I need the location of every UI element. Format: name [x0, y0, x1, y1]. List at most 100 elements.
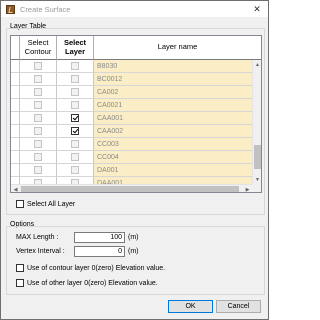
use-contour-zero-label: Use of contour layer 0(zero) Elevation v… — [27, 264, 166, 272]
select-layer-checkbox[interactable] — [71, 166, 79, 175]
select-layer-checkbox[interactable] — [71, 88, 79, 97]
select-contour-checkbox[interactable] — [34, 140, 42, 149]
select-contour-cell — [20, 151, 57, 165]
grid-rows: B8030 BC0012 CA002 CA0021 CAA001 CAA002 CC003 C… — [11, 60, 252, 193]
layer-name-cell[interactable]: CA002 — [94, 86, 252, 100]
table-row[interactable]: CAA002 — [11, 125, 252, 139]
use-contour-zero-box[interactable] — [16, 264, 24, 272]
vertex-interval-input[interactable]: 0 — [74, 246, 125, 257]
title-bar: Create Surface ✕ — [1, 1, 268, 17]
select-layer-checkbox[interactable] — [71, 127, 79, 136]
scroll-left-icon[interactable]: ◀ — [11, 185, 20, 193]
select-contour-checkbox[interactable] — [34, 62, 42, 71]
scroll-down-icon[interactable]: ▼ — [253, 175, 261, 184]
row-header-cell[interactable] — [11, 164, 20, 178]
scroll-up-icon[interactable]: ▲ — [253, 60, 261, 69]
select-contour-cell — [20, 112, 57, 126]
layer-name-cell[interactable]: DA001 — [94, 164, 252, 178]
select-contour-checkbox[interactable] — [34, 127, 42, 136]
layer-name: CC003 — [97, 141, 119, 149]
select-contour-checkbox[interactable] — [34, 166, 42, 175]
row-header-cell[interactable] — [11, 86, 20, 100]
grid-header: Select Contour Select Layer Layer name — [11, 36, 261, 60]
layer-name-cell[interactable]: CC004 — [94, 151, 252, 165]
row-header-cell[interactable] — [11, 60, 20, 74]
table-row[interactable]: CA0021 — [11, 99, 252, 113]
select-layer-checkbox[interactable] — [71, 62, 79, 71]
select-layer-checkbox[interactable] — [71, 114, 79, 123]
layer-name: CA0021 — [97, 102, 123, 110]
use-other-zero-checkbox[interactable]: Use of other layer 0(zero) Elevation val… — [16, 279, 158, 287]
select-layer-cell — [57, 138, 94, 152]
table-row[interactable]: CC004 — [11, 151, 252, 165]
layer-name-cell[interactable]: CAA001 — [94, 112, 252, 126]
vertical-scroll-thumb[interactable] — [254, 145, 261, 169]
row-header-cell[interactable] — [11, 73, 20, 87]
layer-name: B8030 — [97, 63, 118, 70]
row-header-cell[interactable] — [11, 99, 20, 113]
select-contour-checkbox[interactable] — [34, 192, 42, 193]
table-row[interactable]: B8030 — [11, 60, 252, 74]
vertical-scrollbar[interactable]: ▲ ▼ — [252, 60, 261, 184]
layer-name: BC0012 — [97, 76, 123, 84]
select-layer-checkbox[interactable] — [71, 153, 79, 162]
layer-name-cell[interactable]: CA0021 — [94, 99, 252, 113]
max-length-input[interactable]: 100 — [74, 232, 125, 243]
column-header-select-layer[interactable]: Select Layer — [57, 36, 94, 60]
select-contour-checkbox[interactable] — [34, 114, 42, 123]
table-row[interactable]: CAA001 — [11, 112, 252, 126]
use-other-zero-box[interactable] — [16, 279, 24, 287]
select-all-layer-box[interactable] — [16, 200, 24, 208]
layer-name-cell[interactable]: CAA002 — [94, 125, 252, 139]
select-contour-checkbox[interactable] — [34, 88, 42, 97]
scroll-right-icon[interactable]: ▶ — [243, 185, 252, 193]
table-row[interactable]: DA001 — [11, 164, 252, 178]
use-other-zero-label: Use of other layer 0(zero) Elevation val… — [27, 279, 158, 287]
row-header-corner — [11, 36, 20, 60]
select-layer-cell — [57, 86, 94, 100]
row-header-cell[interactable] — [11, 112, 20, 126]
select-layer-cell — [57, 164, 94, 178]
select-contour-cell — [20, 125, 57, 139]
cancel-button[interactable]: Cancel — [216, 300, 261, 313]
select-layer-cell — [57, 151, 94, 165]
scroll-corner — [252, 184, 261, 192]
vertex-interval-unit: (m) — [128, 248, 139, 255]
table-row[interactable]: CA002 — [11, 86, 252, 100]
select-layer-cell — [57, 99, 94, 113]
row-header-cell[interactable] — [11, 151, 20, 165]
app-icon — [6, 5, 15, 14]
select-contour-cell — [20, 73, 57, 87]
select-all-layer-checkbox[interactable]: Select All Layer — [16, 200, 75, 208]
close-icon[interactable]: ✕ — [252, 4, 262, 14]
layer-grid: Select Contour Select Layer Layer name B… — [10, 35, 262, 193]
layer-name-cell[interactable]: B8030 — [94, 60, 252, 74]
select-contour-checkbox[interactable] — [34, 153, 42, 162]
use-contour-zero-checkbox[interactable]: Use of contour layer 0(zero) Elevation v… — [16, 264, 165, 272]
select-contour-checkbox[interactable] — [34, 101, 42, 110]
column-header-select-contour[interactable]: Select Contour — [20, 36, 57, 60]
horizontal-scroll-thumb[interactable] — [21, 186, 239, 192]
layer-name: DA001 — [97, 167, 119, 175]
horizontal-scrollbar[interactable]: ◀ ▶ — [11, 184, 252, 193]
select-layer-cell — [57, 73, 94, 87]
select-contour-checkbox[interactable] — [34, 75, 42, 84]
table-row[interactable]: BC0012 — [11, 73, 252, 87]
column-header-layer-name[interactable]: Layer name — [94, 36, 261, 60]
vertex-interval-label: Vertex Interval : — [16, 248, 65, 255]
ok-button[interactable]: OK — [168, 300, 213, 313]
select-layer-checkbox[interactable] — [71, 101, 79, 110]
layer-name: CC004 — [97, 154, 119, 162]
layer-name-cell[interactable]: CC003 — [94, 138, 252, 152]
row-header-cell[interactable] — [11, 125, 20, 139]
select-layer-cell — [57, 125, 94, 139]
select-layer-checkbox[interactable] — [71, 75, 79, 84]
table-row[interactable]: CC003 — [11, 138, 252, 152]
row-header-cell[interactable] — [11, 138, 20, 152]
select-layer-cell — [57, 60, 94, 74]
layer-name-cell[interactable]: BC0012 — [94, 73, 252, 87]
select-contour-cell — [20, 99, 57, 113]
select-layer-checkbox[interactable] — [71, 192, 79, 193]
select-layer-checkbox[interactable] — [71, 140, 79, 149]
max-length-label: MAX Length : — [16, 234, 59, 241]
